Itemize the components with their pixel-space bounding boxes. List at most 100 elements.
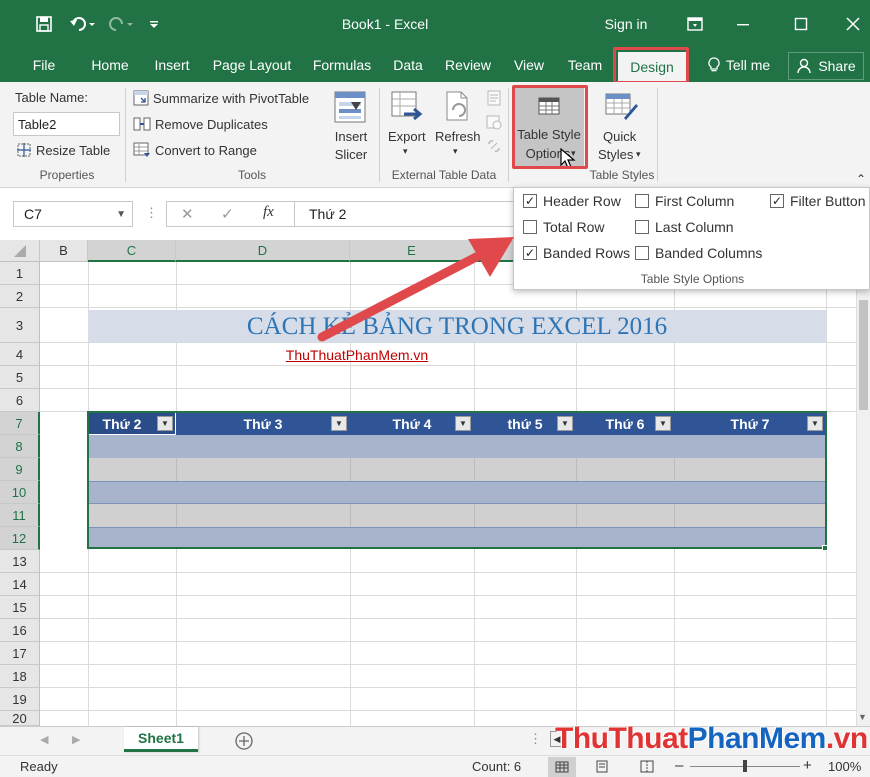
banded-columns-option[interactable]: Banded Columns: [635, 245, 762, 261]
refresh-dropdown-icon[interactable]: ▾: [453, 146, 458, 157]
export-icon[interactable]: [390, 90, 424, 127]
collapse-ribbon-icon[interactable]: ⌃: [856, 172, 866, 186]
column-header-e[interactable]: E: [350, 240, 474, 262]
unlink-icon[interactable]: [486, 138, 502, 157]
first-column-option[interactable]: First Column: [635, 193, 734, 209]
remove-duplicates-button[interactable]: Remove Duplicates: [133, 116, 268, 132]
export-label[interactable]: Export: [388, 129, 426, 144]
tab-team[interactable]: Team: [560, 48, 610, 82]
row-header[interactable]: 9: [0, 458, 40, 481]
row-header[interactable]: 19: [0, 688, 40, 711]
tab-split-grip-icon[interactable]: ⋮: [529, 731, 542, 747]
table-name-input[interactable]: Table2: [13, 112, 120, 136]
last-column-option[interactable]: Last Column: [635, 219, 734, 235]
row-header[interactable]: 8: [0, 435, 40, 458]
vertical-scrollbar[interactable]: ▼: [856, 240, 870, 726]
select-all-corner[interactable]: [0, 240, 40, 262]
redo-icon[interactable]: [104, 0, 138, 48]
refresh-icon[interactable]: [443, 90, 475, 127]
table-row[interactable]: [88, 481, 826, 504]
tab-data[interactable]: Data: [386, 48, 430, 82]
enter-icon[interactable]: ✓: [221, 205, 234, 223]
close-icon[interactable]: [838, 0, 868, 48]
row-header[interactable]: 18: [0, 665, 40, 688]
insert-function-button[interactable]: fx: [263, 204, 274, 221]
quick-styles-dropdown-icon[interactable]: ▾: [636, 149, 641, 160]
tab-insert[interactable]: Insert: [146, 48, 198, 82]
filter-dropdown-icon[interactable]: ▼: [157, 416, 173, 431]
page-layout-view-icon[interactable]: [595, 760, 609, 776]
zoom-slider-thumb[interactable]: [743, 760, 747, 772]
name-box[interactable]: C7 ▼: [13, 201, 133, 227]
row-header[interactable]: 10: [0, 481, 40, 504]
quick-styles-label-1[interactable]: Quick: [603, 129, 636, 144]
tab-page-layout[interactable]: Page Layout: [208, 48, 296, 82]
checkbox-checked-icon[interactable]: ✓: [770, 194, 784, 208]
row-header[interactable]: 15: [0, 596, 40, 619]
row-header[interactable]: 1: [0, 262, 40, 285]
table-row[interactable]: [88, 527, 826, 549]
sign-in-link[interactable]: Sign in: [595, 0, 657, 48]
tab-design[interactable]: Design: [618, 52, 686, 82]
undo-icon[interactable]: [66, 0, 100, 48]
fill-handle[interactable]: [822, 545, 828, 551]
row-header[interactable]: 6: [0, 389, 40, 412]
row-header[interactable]: 20: [0, 711, 40, 726]
row-header[interactable]: 4: [0, 343, 40, 366]
checkbox-unchecked-icon[interactable]: [635, 220, 649, 234]
column-header-d[interactable]: D: [176, 240, 350, 262]
insert-slicer-label-2[interactable]: Slicer: [331, 147, 371, 162]
next-sheet-icon[interactable]: ▶: [72, 733, 80, 746]
filter-dropdown-icon[interactable]: ▼: [655, 416, 671, 431]
insert-slicer-icon[interactable]: [333, 90, 367, 127]
column-header-b[interactable]: B: [40, 240, 88, 262]
properties-icon[interactable]: [486, 90, 502, 109]
website-link[interactable]: ThuThuatPhanMem.vn: [88, 344, 626, 366]
share-button[interactable]: Share: [788, 52, 864, 80]
filter-dropdown-icon[interactable]: ▼: [557, 416, 573, 431]
resize-table-button[interactable]: Resize Table: [16, 142, 110, 158]
table-row[interactable]: [88, 435, 826, 458]
refresh-label[interactable]: Refresh: [435, 129, 481, 144]
row-header[interactable]: 11: [0, 504, 40, 527]
tell-me-search[interactable]: Tell me: [700, 48, 778, 82]
sheet-tab-sheet1[interactable]: Sheet1: [124, 727, 198, 752]
tab-home[interactable]: Home: [84, 48, 136, 82]
ribbon-display-options-icon[interactable]: [680, 0, 710, 48]
tab-review[interactable]: Review: [440, 48, 496, 82]
checkbox-unchecked-icon[interactable]: [635, 194, 649, 208]
total-row-option[interactable]: Total Row: [523, 219, 604, 235]
tab-file[interactable]: File: [18, 48, 70, 82]
tab-view[interactable]: View: [506, 48, 552, 82]
scrollbar-thumb[interactable]: [859, 300, 868, 410]
row-header[interactable]: 14: [0, 573, 40, 596]
quick-styles-label-2[interactable]: Styles: [598, 147, 633, 162]
row-header[interactable]: 12: [0, 527, 40, 550]
zoom-out-icon[interactable]: –: [675, 757, 683, 774]
checkbox-checked-icon[interactable]: ✓: [523, 194, 537, 208]
table-header-cell[interactable]: Thứ 7: [674, 412, 826, 435]
save-icon[interactable]: [30, 0, 58, 48]
banded-rows-option[interactable]: ✓ Banded Rows: [523, 245, 630, 261]
export-dropdown-icon[interactable]: ▾: [403, 146, 408, 157]
convert-to-range-button[interactable]: Convert to Range: [133, 142, 257, 158]
page-break-view-icon[interactable]: [640, 760, 654, 776]
filter-button-option[interactable]: ✓ Filter Button: [770, 193, 865, 209]
normal-view-icon[interactable]: [548, 757, 576, 777]
checkbox-checked-icon[interactable]: ✓: [523, 246, 537, 260]
summarize-pivottable-button[interactable]: Summarize with PivotTable: [133, 90, 309, 106]
table-row[interactable]: [88, 458, 826, 481]
filter-dropdown-icon[interactable]: ▼: [455, 416, 471, 431]
row-header[interactable]: 17: [0, 642, 40, 665]
checkbox-unchecked-icon[interactable]: [523, 220, 537, 234]
scroll-down-icon[interactable]: ▼: [858, 712, 867, 722]
customize-qat-icon[interactable]: [144, 0, 164, 48]
row-header[interactable]: 13: [0, 550, 40, 573]
row-header[interactable]: 16: [0, 619, 40, 642]
row-header[interactable]: 2: [0, 285, 40, 308]
new-sheet-icon[interactable]: [234, 731, 254, 754]
prev-sheet-icon[interactable]: ◀: [40, 733, 48, 746]
header-row-option[interactable]: ✓ Header Row: [523, 193, 621, 209]
filter-dropdown-icon[interactable]: ▼: [331, 416, 347, 431]
banner-title[interactable]: CÁCH KẺ BẢNG TRONG EXCEL 2016: [88, 310, 826, 343]
